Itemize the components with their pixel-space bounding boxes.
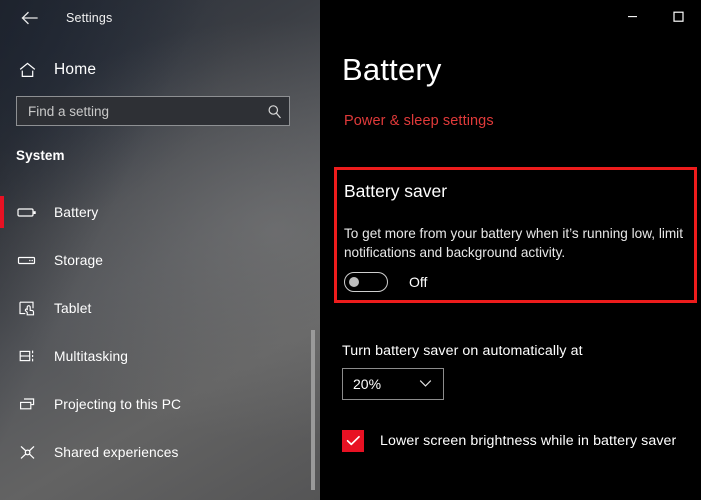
auto-threshold-dropdown[interactable]: 20%	[342, 368, 444, 400]
checkmark-icon	[346, 435, 360, 446]
tablet-touch-icon	[16, 300, 38, 317]
app-title: Settings	[66, 11, 113, 25]
sidebar-item-label: Battery	[54, 204, 99, 220]
sidebar-section-header: System	[16, 148, 65, 163]
sidebar-item-multitasking[interactable]: Multitasking	[0, 332, 320, 380]
sidebar-item-label-home: Home	[54, 61, 97, 78]
sidebar-item-label: Storage	[54, 252, 104, 268]
lower-brightness-row[interactable]: Lower screen brightness while in battery…	[342, 430, 676, 452]
sidebar-scrollbar-thumb[interactable]	[311, 330, 315, 490]
power-sleep-link-row: Power & sleep settings	[344, 112, 494, 130]
battery-saver-toggle[interactable]	[344, 272, 388, 292]
search-icon[interactable]	[259, 104, 289, 119]
search-container	[16, 96, 290, 126]
lower-brightness-label: Lower screen brightness while in battery…	[380, 433, 677, 449]
sidebar-nav-list: Battery Storage Tablet Multitasking Proj…	[0, 188, 320, 476]
auto-threshold-label: Turn battery saver on automatically at	[342, 343, 583, 359]
home-icon	[16, 62, 38, 78]
search-box[interactable]	[16, 96, 290, 126]
sidebar-item-label: Tablet	[54, 300, 92, 316]
sidebar-item-shared-experiences[interactable]: Shared experiences	[0, 428, 320, 476]
chevron-down-icon	[419, 375, 432, 393]
battery-saver-toggle-state: Off	[409, 274, 428, 290]
power-sleep-settings-link[interactable]: Power & sleep settings	[344, 113, 494, 129]
maximize-icon[interactable]	[655, 0, 701, 32]
projecting-screens-icon	[16, 396, 38, 412]
sidebar-item-storage[interactable]: Storage	[0, 236, 320, 284]
battery-icon	[16, 205, 38, 219]
minimize-icon[interactable]	[609, 0, 655, 32]
battery-saver-description: To get more from your battery when it’s …	[344, 226, 683, 260]
auto-threshold-value: 20%	[353, 376, 382, 392]
lower-brightness-checkbox[interactable]	[342, 430, 364, 452]
back-arrow-icon[interactable]	[14, 5, 44, 31]
sidebar-item-label: Projecting to this PC	[54, 396, 182, 412]
sidebar-titlebar: Settings	[0, 0, 320, 36]
window-controls	[609, 0, 701, 32]
multitasking-icon	[16, 348, 38, 364]
settings-window: Settings Home Syste	[0, 0, 701, 500]
page-title: Battery	[342, 52, 442, 87]
main-content-panel: Battery Power & sleep settings Battery s…	[320, 0, 701, 500]
sidebar-item-tablet[interactable]: Tablet	[0, 284, 320, 332]
toggle-knob	[349, 277, 359, 287]
selection-indicator	[0, 196, 4, 228]
battery-saver-heading: Battery saver	[344, 181, 448, 201]
battery-saver-toggle-row: Off	[344, 272, 427, 292]
share-nodes-icon	[16, 444, 38, 461]
sidebar-item-battery[interactable]: Battery	[0, 188, 320, 236]
search-input[interactable]	[17, 97, 259, 125]
sidebar-item-label: Multitasking	[54, 348, 129, 364]
sidebar-item-projecting[interactable]: Projecting to this PC	[0, 380, 320, 428]
navigation-sidebar: Settings Home Syste	[0, 0, 320, 500]
storage-drive-icon	[16, 253, 38, 267]
sidebar-item-label: Shared experiences	[54, 444, 179, 460]
sidebar-item-home[interactable]: Home	[0, 55, 320, 85]
